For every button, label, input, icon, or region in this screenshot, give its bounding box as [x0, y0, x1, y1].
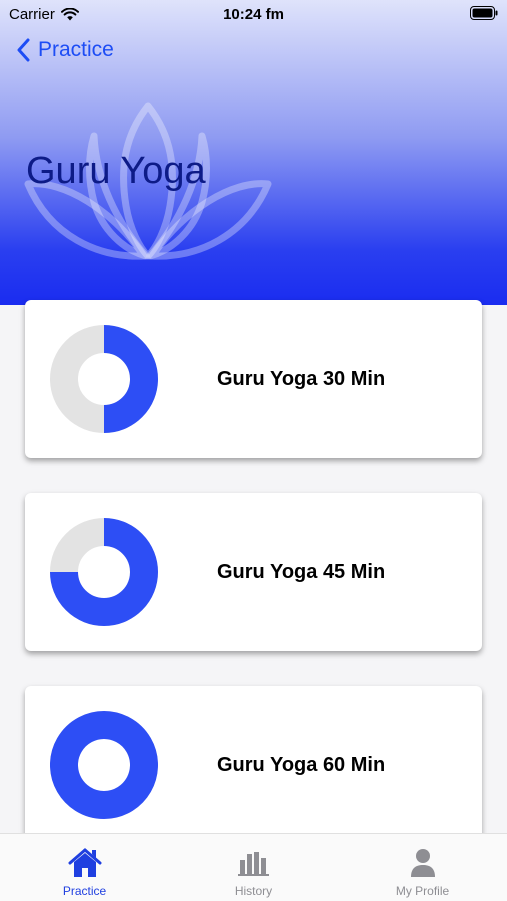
session-title: Guru Yoga 45 Min	[217, 560, 386, 583]
session-title: Guru Yoga 60 Min	[217, 753, 386, 776]
tab-history[interactable]: History	[169, 834, 338, 901]
tab-my-profile[interactable]: My Profile	[338, 834, 507, 901]
session-card-60[interactable]: Guru Yoga 60 Min	[25, 686, 482, 844]
session-card-30[interactable]: Guru Yoga 30 Min	[25, 300, 482, 458]
tab-label: My Profile	[395, 884, 450, 898]
person-icon	[410, 849, 435, 877]
page-title: Guru Yoga	[26, 150, 206, 192]
battery-icon	[470, 6, 498, 25]
session-card-45[interactable]: Guru Yoga 45 Min	[25, 493, 482, 651]
status-bar: Carrier 10:24 fm	[0, 0, 507, 30]
progress-ring	[50, 711, 158, 819]
progress-ring	[50, 518, 158, 626]
back-button[interactable]: Practice	[16, 38, 114, 62]
tab-label: Practice	[62, 884, 107, 898]
chevron-left-icon	[17, 38, 30, 62]
status-time: 10:24 fm	[223, 6, 284, 23]
session-title: Guru Yoga 30 Min	[217, 367, 386, 390]
tab-label: History	[234, 884, 273, 898]
progress-ring	[50, 325, 158, 433]
back-button-label: Practice	[38, 38, 114, 61]
bar-chart-icon	[237, 852, 269, 876]
header: Carrier 10:24 fm Practice Guru Yoga	[0, 0, 507, 305]
home-icon	[68, 848, 101, 877]
tab-bar: Practice History My Profile	[0, 833, 507, 901]
tab-practice[interactable]: Practice	[0, 834, 169, 901]
